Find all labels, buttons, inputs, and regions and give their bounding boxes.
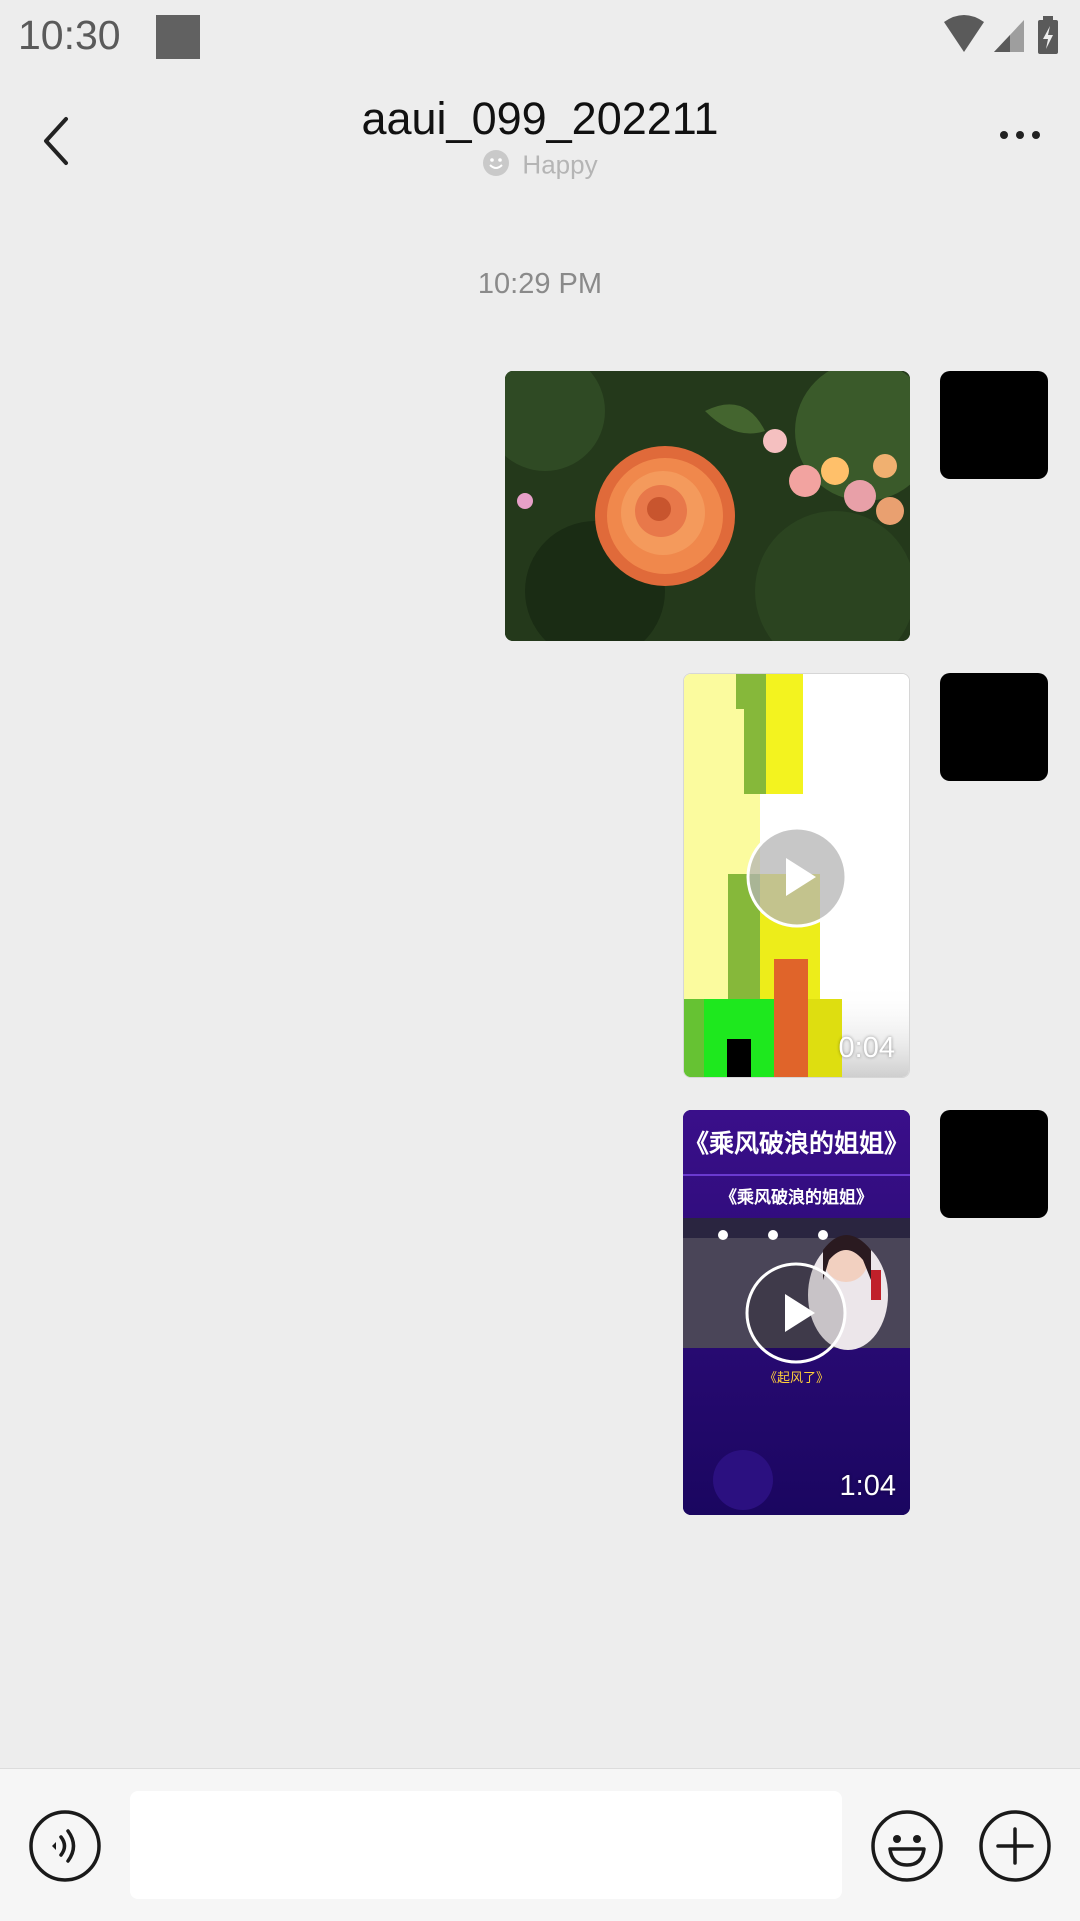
more-options-button[interactable]	[978, 97, 1062, 161]
video-duration: 0:04	[838, 1032, 895, 1064]
input-bar	[0, 1768, 1080, 1921]
wifi-icon	[944, 15, 984, 52]
contact-status: Happy	[0, 149, 1080, 184]
status-bar: 10:30	[0, 0, 1080, 75]
emoji-icon	[871, 1810, 943, 1882]
smiley-status-icon	[482, 149, 510, 184]
notification-icon	[156, 15, 200, 59]
message-timestamp: 10:29 PM	[477, 268, 603, 300]
emoji-button[interactable]	[870, 1809, 944, 1883]
video-overlay-subtitle: 《乘风破浪的姐姐》	[720, 1188, 873, 1207]
plus-button[interactable]	[978, 1809, 1052, 1883]
chat-header: aaui_099_202211 Happy	[0, 75, 1080, 200]
chat-title: aaui_099_202211	[361, 93, 719, 144]
avatar[interactable]	[940, 673, 1048, 781]
message-input[interactable]	[130, 1791, 842, 1899]
plus-icon	[979, 1810, 1051, 1882]
rose-photo	[505, 371, 910, 641]
image-message[interactable]	[505, 371, 910, 641]
status-time: 10:30	[18, 12, 121, 58]
video-message[interactable]: 0:04	[683, 673, 910, 1078]
status-text: Happy	[522, 149, 598, 180]
video-duration: 1:04	[839, 1470, 896, 1502]
avatar[interactable]	[940, 1110, 1048, 1218]
battery-charging-icon	[1038, 16, 1058, 54]
video-overlay-song: 《起风了》	[763, 1370, 829, 1385]
more-dots-icon	[1000, 131, 1040, 139]
play-icon[interactable]	[745, 1262, 847, 1364]
voice-icon	[29, 1810, 101, 1882]
avatar[interactable]	[940, 371, 1048, 479]
video-message[interactable]: 《乘风破浪的姐姐》 《乘风破浪的姐姐》 《起风了》 1:04	[683, 1110, 910, 1515]
play-icon[interactable]	[746, 826, 848, 928]
voice-button[interactable]	[28, 1809, 102, 1883]
status-icons	[942, 14, 1062, 63]
video-overlay-title: 《乘风破浪的姐姐》	[683, 1130, 909, 1158]
cell-signal-icon	[994, 20, 1024, 52]
